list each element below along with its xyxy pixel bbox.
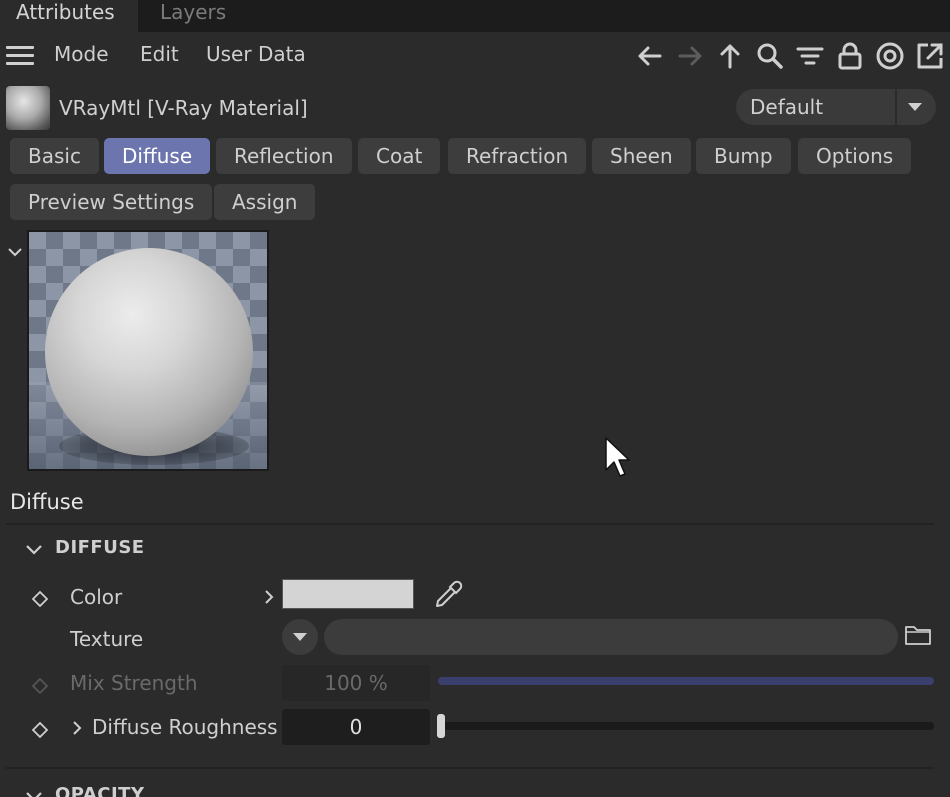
color-swatch[interactable] — [282, 579, 414, 609]
chevron-right-icon[interactable] — [262, 587, 276, 605]
chevron-down-icon[interactable] — [24, 786, 44, 797]
color-label: Color — [70, 585, 123, 609]
tab-reflection[interactable]: Reflection — [216, 138, 352, 174]
mix-strength-field[interactable]: 100 % — [282, 665, 430, 701]
mix-strength-label: Mix Strength — [70, 671, 198, 695]
search-icon[interactable] — [754, 40, 786, 72]
menu-mode[interactable]: Mode — [54, 42, 109, 66]
tab-options[interactable]: Options — [798, 138, 912, 174]
group-label: DIFFUSE — [55, 537, 145, 558]
texture-dropdown[interactable] — [282, 619, 318, 655]
material-title: VRayMtl [V-Ray Material] — [59, 96, 308, 120]
slider-handle[interactable] — [437, 714, 445, 738]
keyframe-diamond-icon[interactable] — [31, 588, 49, 608]
menu-user-data[interactable]: User Data — [206, 42, 306, 66]
object-header: VRayMtl [V-Ray Material] Default — [0, 84, 950, 130]
tab-coat[interactable]: Coat — [358, 138, 441, 174]
chevron-down-icon[interactable] — [908, 103, 922, 111]
folder-icon[interactable] — [904, 622, 932, 648]
arrow-up-icon[interactable] — [714, 40, 746, 72]
mix-strength-slider[interactable] — [438, 677, 934, 685]
tab-assign[interactable]: Assign — [214, 184, 316, 220]
arrow-right-icon[interactable] — [674, 40, 706, 72]
texture-label: Texture — [70, 627, 144, 651]
tab-sheen[interactable]: Sheen — [592, 138, 691, 174]
chevron-right-icon[interactable] — [70, 718, 84, 736]
hamburger-menu-icon[interactable] — [6, 46, 34, 66]
material-preview — [27, 230, 269, 471]
material-thumbnail — [6, 86, 50, 130]
mouse-cursor-icon — [604, 436, 630, 478]
panel-tab-bar: Attributes Layers — [0, 0, 950, 32]
preset-divider — [895, 89, 897, 125]
arrow-left-icon[interactable] — [634, 40, 666, 72]
target-icon[interactable] — [874, 40, 906, 72]
preset-dropdown[interactable]: Default — [736, 89, 936, 125]
preset-value: Default — [750, 95, 824, 119]
external-window-icon[interactable] — [914, 40, 946, 72]
section-title: Diffuse — [10, 490, 84, 514]
tab-basic[interactable]: Basic — [10, 138, 99, 174]
filter-icon[interactable] — [794, 40, 826, 72]
texture-field[interactable] — [324, 619, 898, 655]
diffuse-roughness-label: Diffuse Roughness — [92, 715, 278, 739]
tab-attributes[interactable]: Attributes — [0, 0, 138, 32]
section-divider — [6, 523, 934, 525]
chevron-down-icon[interactable] — [24, 539, 44, 555]
collapse-preview-chevron-icon[interactable] — [6, 240, 24, 257]
menu-edit[interactable]: Edit — [140, 42, 179, 66]
group-label: OPACITY — [55, 784, 145, 797]
keyframe-diamond-icon[interactable] — [31, 719, 49, 739]
lock-icon[interactable] — [834, 40, 866, 72]
preview-sphere — [45, 248, 253, 456]
menu-bar: Mode Edit User Data — [0, 32, 950, 80]
tab-bump[interactable]: Bump — [696, 138, 791, 174]
chevron-down-icon — [293, 633, 307, 641]
tab-refraction[interactable]: Refraction — [448, 138, 587, 174]
eyedropper-icon[interactable] — [432, 577, 466, 611]
tab-diffuse[interactable]: Diffuse — [104, 138, 211, 174]
diffuse-roughness-slider[interactable] — [438, 722, 934, 730]
diffuse-roughness-field[interactable]: 0 — [282, 709, 430, 745]
group-divider — [6, 767, 934, 769]
tab-preview-settings[interactable]: Preview Settings — [10, 184, 213, 220]
keyframe-diamond-icon — [31, 675, 49, 695]
tab-layers[interactable]: Layers — [144, 0, 242, 32]
